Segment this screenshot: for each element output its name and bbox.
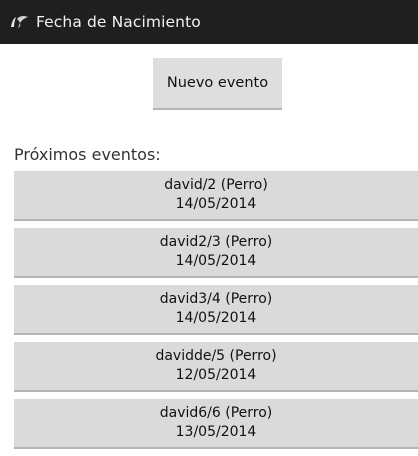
event-name: david2/3 (Perro) [159, 234, 273, 250]
app-logo-icon[interactable] [8, 13, 30, 31]
event-item[interactable]: david6/6 (Perro) 13/05/2014 [14, 399, 418, 449]
event-name: david3/4 (Perro) [159, 291, 273, 307]
app-title: Fecha de Nacimiento [36, 13, 201, 31]
event-name: davidde/5 (Perro) [155, 348, 277, 364]
events-list: david/2 (Perro) 14/05/2014 david2/3 (Per… [14, 171, 418, 456]
event-name: david6/6 (Perro) [159, 405, 273, 421]
event-name: david/2 (Perro) [164, 177, 268, 193]
event-item[interactable]: davidde/5 (Perro) 12/05/2014 [14, 342, 418, 392]
event-date: 13/05/2014 [175, 424, 257, 440]
event-item[interactable]: david2/3 (Perro) 14/05/2014 [14, 228, 418, 278]
event-date: 12/05/2014 [175, 367, 257, 383]
event-date: 14/05/2014 [175, 253, 257, 269]
upcoming-events-label: Próximos eventos: [14, 145, 161, 164]
action-bar: Fecha de Nacimiento [0, 0, 418, 44]
new-event-button[interactable]: Nuevo evento [153, 58, 282, 110]
event-item[interactable]: david3/4 (Perro) 14/05/2014 [14, 285, 418, 335]
event-date: 14/05/2014 [175, 196, 257, 212]
event-date: 14/05/2014 [175, 310, 257, 326]
event-item[interactable]: david/2 (Perro) 14/05/2014 [14, 171, 418, 221]
